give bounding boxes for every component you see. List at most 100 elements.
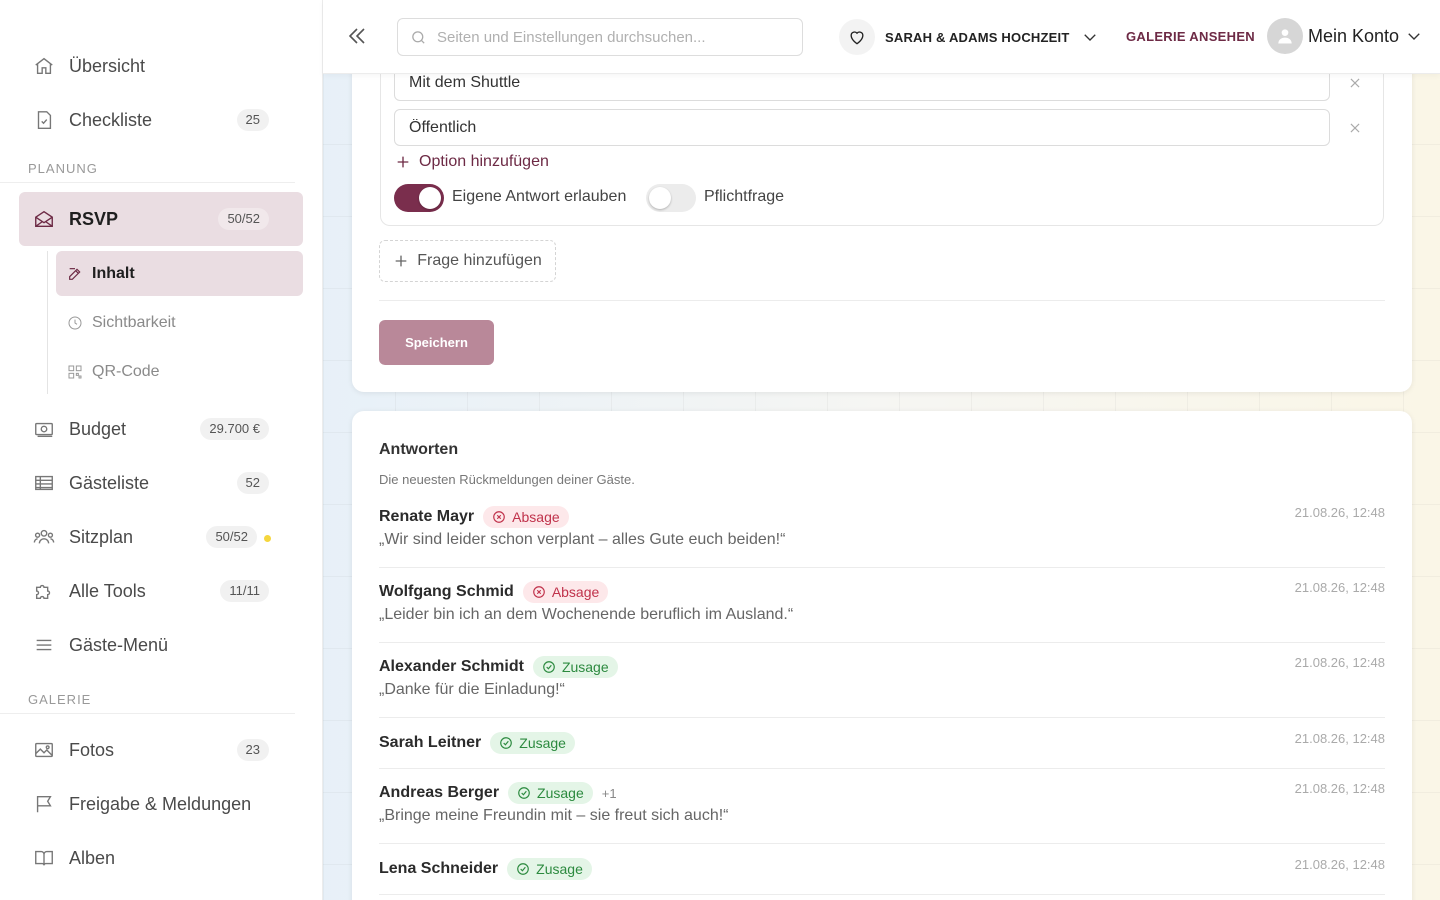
sidebar: Übersicht Checkliste 25 PLANUNG RSVP 50/…	[0, 0, 323, 900]
sidebar-item-rsvp[interactable]: RSVP 50/52	[19, 192, 303, 246]
sidebar-subitem-label: Sichtbarkeit	[92, 313, 176, 331]
row-divider	[379, 567, 1385, 568]
topbar: SARAH & ADAMS HOCHZEIT GALERIE ANSEHEN M…	[323, 0, 1440, 74]
x-circle-icon	[493, 511, 505, 523]
sidebar-item-label: Sitzplan	[69, 526, 134, 547]
sidebar-item-label: Fotos	[69, 739, 115, 760]
envelope-open-icon	[32, 207, 56, 231]
status-badge: Zusage	[508, 782, 593, 804]
money-icon	[32, 417, 56, 441]
answer-row[interactable]: Sarah Leitner Zusage 21.08.26, 12:48	[379, 731, 1385, 755]
answers-title: Antworten	[379, 441, 459, 458]
guest-message: „Bringe meine Freundin mit – sie freut s…	[379, 807, 729, 824]
guest-name: Sarah Leitner	[379, 734, 482, 751]
sidebar-item-label: Gästeliste	[69, 472, 150, 493]
status-badge: Zusage	[532, 656, 618, 678]
count-badge: 50/52	[206, 526, 257, 548]
toggle-knob	[419, 187, 441, 209]
count-badge: 25	[236, 109, 269, 131]
view-gallery-link[interactable]: GALERIE ANSEHEN	[1126, 29, 1255, 44]
chevron-down-icon	[1084, 34, 1097, 41]
sidebar-item-seating[interactable]: Sitzplan 50/52	[0, 510, 303, 564]
event-name: SARAH & ADAMS HOCHZEIT	[885, 29, 1070, 45]
status-badge: Zusage	[490, 732, 575, 754]
double-chevron-left-icon	[348, 28, 365, 44]
answer-row[interactable]: Alexander Schmidt Zusage „Danke für die …	[379, 655, 1385, 699]
save-button[interactable]: Speichern	[379, 320, 494, 365]
sidebar-item-albums[interactable]: Alben	[0, 831, 303, 885]
check-circle-icon	[518, 787, 530, 799]
sidebar-item-label: Checkliste	[69, 109, 153, 130]
sidebar-item-sharing[interactable]: Freigabe & Meldungen	[0, 777, 303, 831]
status-label: Absage	[551, 584, 600, 600]
status-label: Zusage	[519, 735, 566, 751]
toggle-knob	[649, 187, 671, 209]
status-label: Zusage	[537, 785, 584, 801]
search-input[interactable]	[437, 28, 777, 46]
required-question-toggle[interactable]	[646, 184, 696, 212]
sidebar-item-all-tools[interactable]: Alle Tools 11/11	[0, 564, 303, 618]
status-badge: Zusage	[507, 858, 592, 880]
account-menu[interactable]: Mein Konto	[1267, 18, 1423, 54]
close-icon[interactable]	[1348, 121, 1362, 135]
add-question-button[interactable]: Frage hinzufügen	[379, 240, 556, 282]
sidebar-item-guestlist[interactable]: Gästeliste 52	[0, 456, 303, 510]
row-divider	[379, 768, 1385, 769]
collapse-sidebar-button[interactable]	[345, 24, 369, 50]
sidebar-item-label: Gäste-Menü	[69, 634, 169, 655]
row-divider	[379, 894, 1385, 895]
answer-row[interactable]: Wolfgang Schmid Absage „Leider bin ich a…	[379, 580, 1385, 624]
event-selector[interactable]: SARAH & ADAMS HOCHZEIT	[839, 19, 1099, 55]
timestamp: 21.08.26, 12:48	[1294, 505, 1385, 520]
status-dot	[264, 535, 271, 542]
status-label: Zusage	[561, 659, 609, 675]
menu-icon	[32, 633, 56, 657]
sidebar-item-budget[interactable]: Budget 29.700 €	[0, 402, 303, 456]
puzzle-icon	[32, 579, 56, 603]
close-icon[interactable]	[1348, 76, 1362, 90]
timestamp: 21.08.26, 12:48	[1294, 781, 1385, 796]
count-badge: 50/52	[218, 208, 269, 230]
required-question-label: Pflichtfrage	[704, 188, 785, 205]
status-label: Zusage	[536, 861, 583, 877]
answer-row[interactable]: Renate Mayr Absage „Wir sind leider scho…	[379, 505, 1385, 549]
search-box[interactable]	[397, 18, 803, 56]
people-icon	[32, 525, 56, 549]
section-title-planning: PLANUNG	[0, 147, 295, 183]
sidebar-item-label: Übersicht	[69, 55, 146, 76]
sidebar-item-label: Alben	[69, 847, 116, 868]
allow-own-answer-toggle[interactable]	[394, 184, 444, 212]
row-divider	[379, 843, 1385, 844]
qr-code-icon	[66, 363, 84, 381]
chevron-down-icon	[1408, 33, 1420, 40]
timestamp: 21.08.26, 12:48	[1294, 731, 1385, 746]
guest-name: Renate Mayr	[379, 508, 475, 525]
guest-message: „Wir sind leider schon verplant – alles …	[379, 531, 786, 548]
sidebar-subitem-visibility[interactable]: Sichtbarkeit	[56, 300, 303, 345]
status-label: Absage	[512, 509, 560, 525]
add-option-button[interactable]: Option hinzufügen	[395, 153, 549, 171]
count-badge: 23	[236, 739, 269, 761]
count-badge: 52	[236, 472, 269, 494]
sidebar-item-overview[interactable]: Übersicht	[0, 39, 303, 93]
table-icon	[32, 471, 56, 495]
answer-row[interactable]: Lena Schneider Zusage 21.08.26, 12:48	[379, 857, 1385, 881]
answers-subtitle: Die neuesten Rückmeldungen deiner Gäste.	[379, 472, 635, 487]
sidebar-item-photos[interactable]: Fotos 23	[0, 723, 303, 777]
sidebar-item-checklist[interactable]: Checkliste 25	[0, 93, 303, 147]
heart-icon	[839, 19, 875, 55]
sidebar-item-label: Budget	[69, 418, 127, 439]
sidebar-subitem-qr-code[interactable]: QR-Code	[56, 349, 303, 394]
plus-icon	[395, 255, 407, 267]
answer-row[interactable]: Andreas Berger Zusage +1 „Bringe meine F…	[379, 781, 1385, 825]
check-circle-icon	[500, 737, 513, 749]
sidebar-subitem-label: QR-Code	[92, 362, 160, 380]
option-input-2[interactable]	[394, 109, 1330, 146]
sidebar-item-guest-menu[interactable]: Gäste-Menü	[0, 618, 303, 672]
checklist-icon	[32, 108, 56, 132]
plus-icon	[397, 156, 409, 168]
edit-icon	[66, 265, 84, 283]
guest-name: Andreas Berger	[379, 784, 500, 801]
row-divider	[379, 642, 1385, 643]
sidebar-subitem-content[interactable]: Inhalt	[56, 251, 303, 296]
